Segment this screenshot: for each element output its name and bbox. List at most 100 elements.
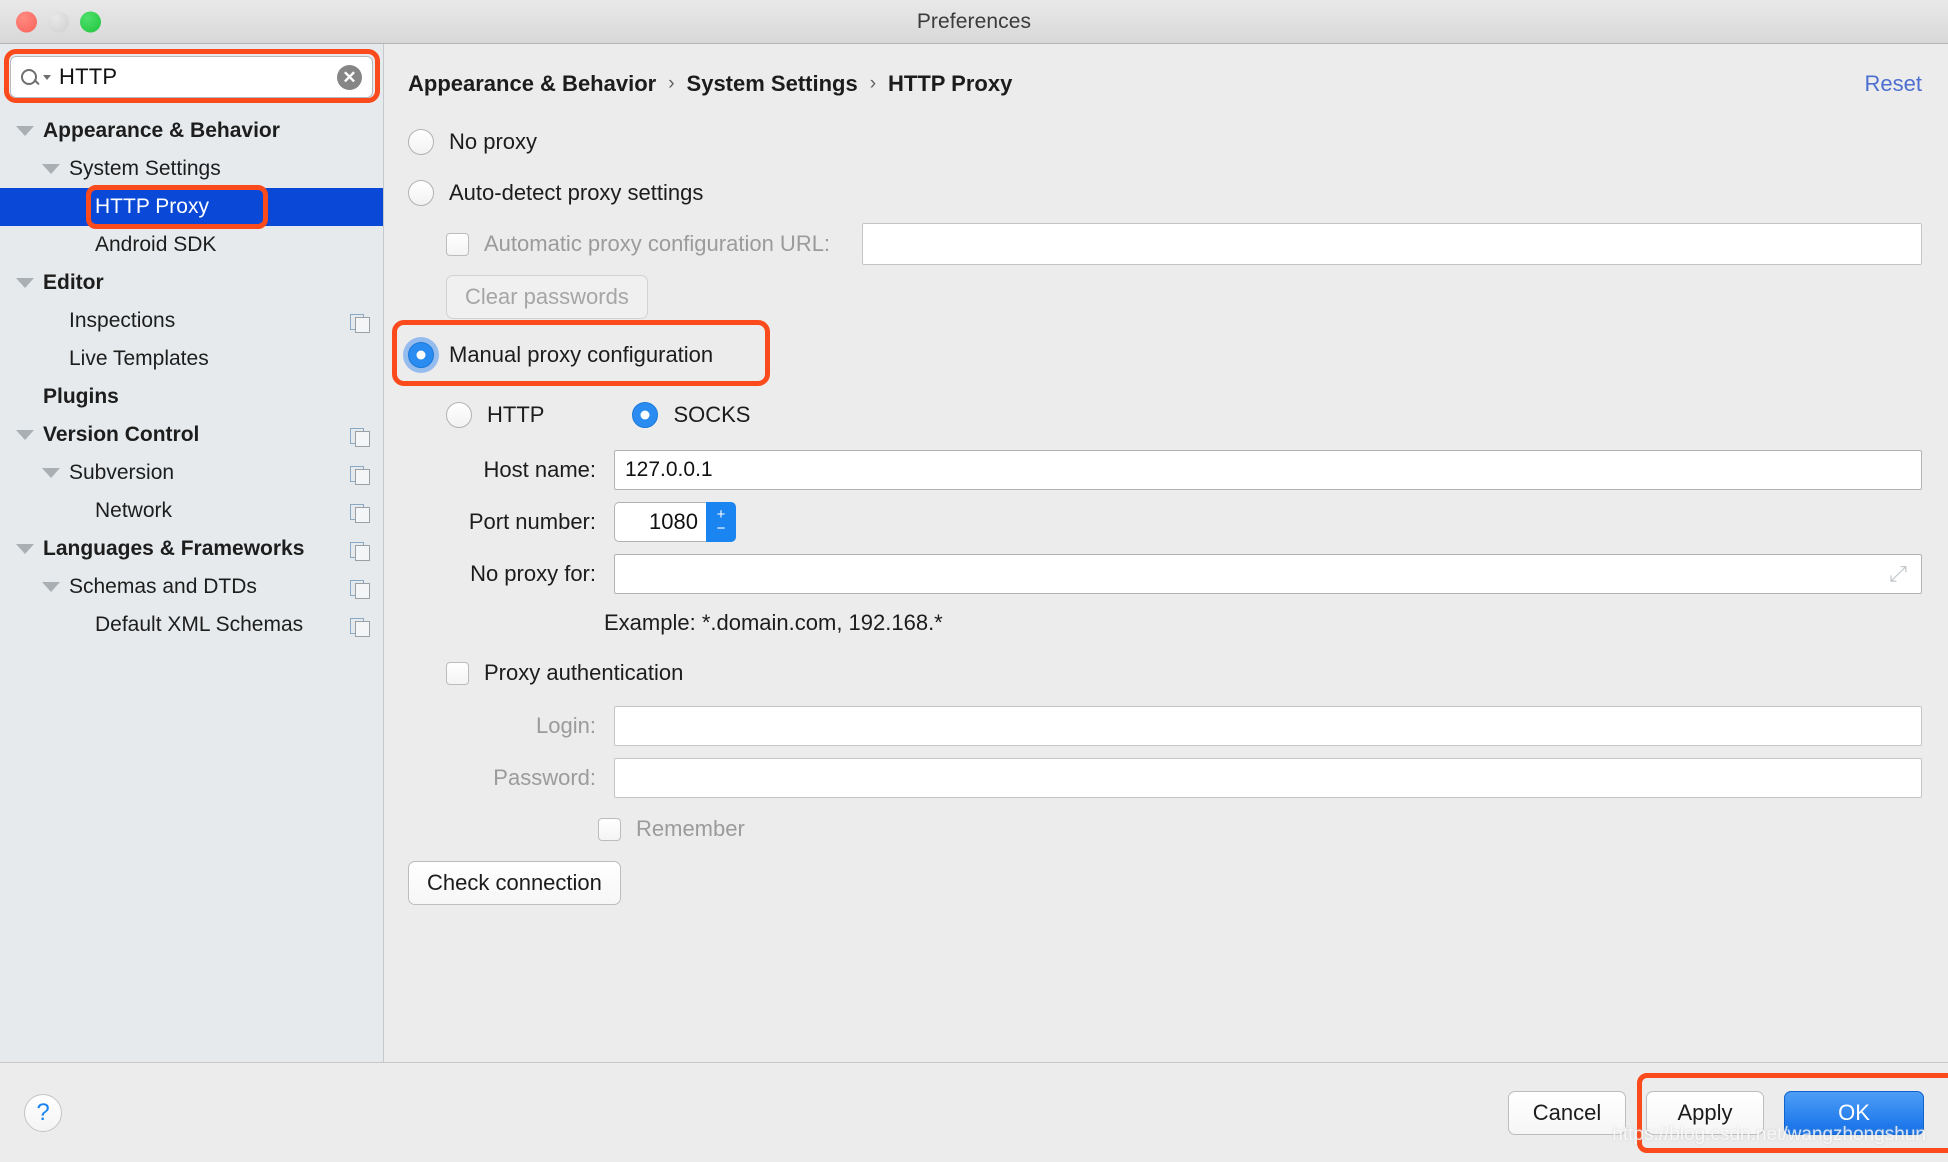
login-field[interactable]: [614, 706, 1922, 746]
copy-settings-icon[interactable]: [350, 540, 370, 561]
remember-label: Remember: [636, 816, 745, 841]
copy-settings-icon[interactable]: [350, 426, 370, 447]
breadcrumb-part-0[interactable]: Appearance & Behavior: [408, 71, 656, 97]
sidebar-item-label: Languages & Frameworks: [43, 537, 305, 560]
port-number-stepper[interactable]: 1080 + −: [614, 502, 736, 542]
stepper-down-icon[interactable]: −: [717, 521, 726, 536]
close-button-icon[interactable]: [16, 11, 37, 32]
window-body: HTTP ✕ Appearance & Behavior System Setti…: [0, 44, 1948, 1062]
copy-settings-icon[interactable]: [350, 502, 370, 523]
sidebar-item-appearance-behavior[interactable]: Appearance & Behavior: [0, 112, 383, 150]
sidebar-item-live-templates[interactable]: Live Templates: [0, 340, 383, 378]
password-field[interactable]: [614, 758, 1922, 798]
cancel-button[interactable]: Cancel: [1508, 1090, 1626, 1135]
reset-link[interactable]: Reset: [1865, 71, 1922, 97]
sidebar-item-label: HTTP Proxy: [95, 195, 209, 218]
chevron-down-icon[interactable]: [16, 278, 34, 288]
pac-url-field[interactable]: [862, 223, 1922, 265]
sidebar-item-network[interactable]: Network: [0, 492, 383, 530]
port-number-field[interactable]: 1080: [614, 502, 706, 542]
clear-search-icon[interactable]: ✕: [337, 64, 362, 90]
minimize-button-icon[interactable]: [48, 11, 69, 32]
chevron-down-icon[interactable]: [42, 582, 60, 592]
zoom-button-icon[interactable]: [80, 11, 101, 32]
breadcrumb-separator-icon: ›: [869, 73, 877, 94]
no-proxy-radio[interactable]: [408, 129, 434, 155]
tree-indent-spacer: [68, 202, 86, 212]
preferences-window: Preferences HTTP ✕ Appearance & Behavior…: [0, 0, 1948, 1162]
sidebar-item-subversion[interactable]: Subversion: [0, 454, 383, 492]
remember-row[interactable]: Remember: [408, 804, 1922, 854]
example-row: Example: *.domain.com, 192.168.*: [408, 600, 1922, 646]
port-stepper-buttons[interactable]: + −: [706, 502, 736, 542]
check-connection-button[interactable]: Check connection: [408, 861, 621, 905]
sidebar-item-http-proxy[interactable]: HTTP Proxy: [0, 188, 383, 226]
copy-settings-icon[interactable]: [350, 578, 370, 599]
host-name-field[interactable]: 127.0.0.1: [614, 450, 1922, 490]
proxy-auth-row[interactable]: Proxy authentication: [408, 646, 1922, 700]
chevron-down-icon[interactable]: [16, 430, 34, 440]
tree-indent-spacer: [42, 316, 60, 326]
sidebar-item-inspections[interactable]: Inspections: [0, 302, 383, 340]
chevron-down-icon[interactable]: [42, 164, 60, 174]
no-proxy-for-field[interactable]: ⤢: [614, 554, 1922, 594]
check-connection-row: Check connection: [408, 854, 1922, 912]
socks-label: SOCKS: [673, 402, 751, 427]
sidebar-item-label: Subversion: [69, 461, 175, 484]
ok-button[interactable]: OK: [1784, 1090, 1924, 1135]
pac-url-checkbox[interactable]: [446, 232, 469, 256]
http-label: HTTP: [487, 402, 545, 427]
example-text: Example: *.domain.com, 192.168.*: [604, 610, 943, 635]
auto-detect-radio[interactable]: [408, 180, 434, 206]
dialog-footer: ? Cancel Apply OK https://blog.csdn.net/…: [0, 1062, 1948, 1162]
settings-tree: Appearance & Behavior System Settings HTTP…: [0, 108, 383, 1062]
tree-indent-spacer: [42, 354, 60, 364]
sidebar-item-plugins[interactable]: Plugins: [0, 378, 383, 416]
search-input[interactable]: HTTP ✕: [10, 56, 373, 98]
port-number-row: Port number: 1080 + −: [408, 496, 1922, 548]
sidebar-item-label: Version Control: [43, 423, 200, 446]
tree-indent-spacer: [68, 240, 86, 250]
sidebar-item-label: Plugins: [43, 385, 119, 408]
chevron-down-icon[interactable]: [42, 468, 60, 478]
no-proxy-row[interactable]: No proxy: [408, 116, 1922, 168]
sidebar-item-label: Editor: [43, 271, 104, 294]
manual-proxy-row[interactable]: Manual proxy configuration: [408, 324, 1922, 386]
manual-proxy-radio[interactable]: [408, 342, 434, 368]
copy-settings-icon[interactable]: [350, 616, 370, 637]
proxy-auth-checkbox[interactable]: [446, 661, 469, 685]
help-icon[interactable]: ?: [24, 1093, 62, 1132]
chevron-down-icon[interactable]: [16, 544, 34, 554]
no-proxy-for-row: No proxy for: ⤢: [408, 548, 1922, 600]
sidebar-item-default-xml-schemas[interactable]: Default XML Schemas: [0, 606, 383, 644]
breadcrumb: Appearance & Behavior › System Settings …: [384, 44, 1948, 102]
password-row: Password:: [408, 752, 1922, 804]
tree-indent-spacer: [68, 506, 86, 516]
apply-button[interactable]: Apply: [1646, 1090, 1764, 1135]
sidebar-item-label: Appearance & Behavior: [43, 119, 280, 142]
breadcrumb-part-1[interactable]: System Settings: [687, 71, 858, 97]
expand-icon[interactable]: ⤢: [1885, 563, 1911, 585]
chevron-down-icon[interactable]: [16, 126, 34, 136]
sidebar-item-editor[interactable]: Editor: [0, 264, 383, 302]
copy-settings-icon[interactable]: [350, 464, 370, 485]
sidebar-item-version-control[interactable]: Version Control: [0, 416, 383, 454]
clear-passwords-button[interactable]: Clear passwords: [446, 275, 648, 319]
sidebar-item-languages-frameworks[interactable]: Languages & Frameworks: [0, 530, 383, 568]
sidebar-item-schemas-and-dtds[interactable]: Schemas and DTDs: [0, 568, 383, 606]
auto-detect-row[interactable]: Auto-detect proxy settings: [408, 168, 1922, 218]
sidebar-item-label: System Settings: [69, 157, 221, 180]
search-icon: [21, 69, 51, 85]
sidebar-item-system-settings[interactable]: System Settings: [0, 150, 383, 188]
window-title: Preferences: [916, 9, 1032, 33]
remember-checkbox[interactable]: [598, 817, 621, 841]
sidebar-item-label: Inspections: [69, 309, 176, 332]
http-radio[interactable]: [446, 402, 472, 428]
host-name-label: Host name:: [483, 457, 597, 482]
socks-radio[interactable]: [632, 402, 659, 428]
copy-settings-icon[interactable]: [350, 312, 370, 333]
password-label: Password:: [493, 765, 596, 790]
breadcrumb-part-2: HTTP Proxy: [888, 71, 1013, 96]
sidebar-item-android-sdk[interactable]: Android SDK: [0, 226, 383, 264]
sidebar-item-label: Network: [95, 499, 173, 522]
